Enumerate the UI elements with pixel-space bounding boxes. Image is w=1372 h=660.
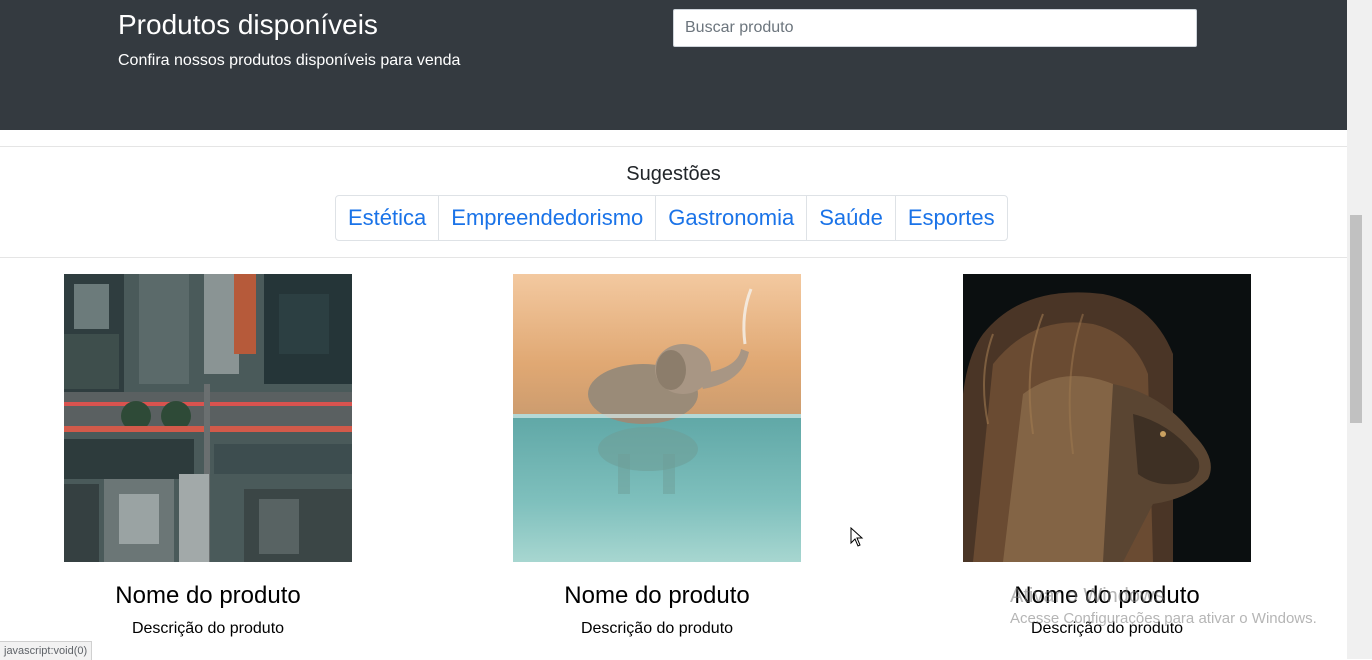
divider (0, 146, 1347, 147)
product-name: Nome do produto (1014, 582, 1200, 609)
product-description: Descrição do produto (580, 620, 734, 637)
status-bar-url: javascript:void(0) (0, 641, 93, 660)
product-image-elephant[interactable] (513, 274, 801, 562)
search-input[interactable] (673, 9, 1197, 47)
product-name: Nome do produto (115, 582, 301, 609)
category-empreendedorismo[interactable]: Empreendedorismo (438, 196, 655, 240)
product-image-lion[interactable] (963, 274, 1251, 562)
page-header: Produtos disponíveis Confira nossos prod… (0, 0, 1347, 130)
product-card[interactable]: Nome do produto Descrição do produto (64, 274, 352, 637)
product-description: Descrição do produto (131, 620, 285, 637)
mouse-cursor-icon (850, 526, 864, 552)
page-title: Produtos disponíveis (118, 9, 378, 40)
product-name: Nome do produto (564, 582, 750, 609)
category-gastronomia[interactable]: Gastronomia (655, 196, 806, 240)
product-image-city[interactable] (64, 274, 352, 562)
page-subtitle: Confira nossos produtos disponíveis para… (118, 52, 461, 69)
product-description: Descrição do produto (1030, 620, 1184, 637)
scrollbar-thumb[interactable] (1350, 215, 1362, 423)
product-card[interactable]: Nome do produto Descrição do produto (513, 274, 801, 637)
product-card[interactable]: Nome do produto Descrição do produto (963, 274, 1251, 637)
category-esportes[interactable]: Esportes (894, 196, 1007, 240)
divider (0, 257, 1347, 258)
suggestions-title: Sugestões (626, 163, 721, 185)
category-button-group: Estética Empreendedorismo Gastronomia Sa… (335, 195, 1008, 241)
category-saude[interactable]: Saúde (806, 196, 895, 240)
category-estetica[interactable]: Estética (336, 196, 438, 240)
